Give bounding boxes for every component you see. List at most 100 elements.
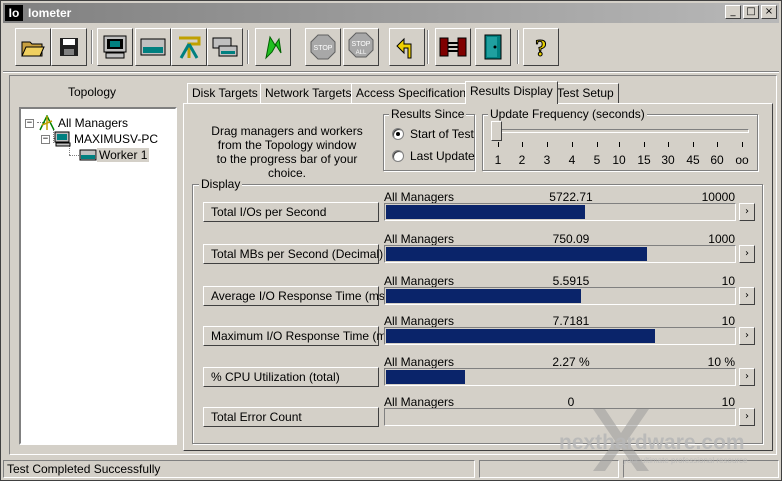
stop-all-sign-icon: STOP ALL xyxy=(348,32,374,58)
topology-tree[interactable]: − All Managers − MAXIMUSV-PC Worker 1 xyxy=(19,107,177,445)
progress-bar-fill xyxy=(386,329,655,343)
row-max-value: 10 xyxy=(721,274,735,288)
slider-tick-mark xyxy=(597,142,598,147)
drag-instructions: Drag managers and workers from the Topol… xyxy=(197,124,377,180)
tab-disk-targets[interactable]: Disk Targets xyxy=(187,83,263,103)
open-config-button[interactable] xyxy=(15,28,51,66)
collapse-toggle[interactable]: − xyxy=(41,134,50,144)
progress-bar-fill xyxy=(386,247,647,261)
slider-tick-label: 15 xyxy=(637,153,651,167)
radio-indicator[interactable] xyxy=(392,128,404,140)
tab-results-display[interactable]: Results Display xyxy=(465,81,558,104)
network-worker-icon xyxy=(179,36,201,59)
radio-label: Start of Test xyxy=(410,127,474,141)
slider-tick-label: 5 xyxy=(593,153,601,167)
collapse-toggle[interactable]: − xyxy=(25,118,34,128)
tree-node-worker[interactable]: Worker 1 xyxy=(79,147,150,163)
window-title: Iometer xyxy=(28,6,72,20)
new-manager-button[interactable] xyxy=(97,28,133,66)
radio-label: Last Update xyxy=(410,149,475,163)
radio-start-of-test[interactable]: Start of Test xyxy=(392,127,474,141)
tree-node-all-managers[interactable]: − All Managers xyxy=(25,115,130,131)
row-current-value: 750.09 xyxy=(552,232,590,246)
slider-tick-label: 4 xyxy=(568,153,576,167)
metric-select-button[interactable]: Average I/O Response Time (ms) xyxy=(203,286,389,306)
slider-tick-label: 60 xyxy=(710,153,724,167)
slider-tick-mark xyxy=(522,142,523,147)
progress-bar-frame[interactable] xyxy=(384,245,736,263)
metric-select-button[interactable]: % CPU Utilization (total) xyxy=(203,367,379,387)
slider-tick-label: 30 xyxy=(661,153,675,167)
disconnect-manager-button[interactable] xyxy=(435,28,471,66)
tab-network-targets[interactable]: Network Targets xyxy=(260,83,357,103)
stop-button[interactable]: STOP xyxy=(305,28,341,66)
toolbar: STOP STOP ALL ? xyxy=(11,28,781,70)
row-expand-arrow-button[interactable]: › xyxy=(739,327,755,345)
row-current-value: 5.5915 xyxy=(552,274,590,288)
maximize-button[interactable]: □ xyxy=(743,5,759,19)
row-max-value: 10 xyxy=(721,314,735,328)
row-source-label: All Managers xyxy=(384,274,455,288)
metric-select-button[interactable]: Maximum I/O Response Time (ms) xyxy=(203,326,396,346)
row-current-value: 2.27 % xyxy=(552,355,590,369)
row-max-value: 10 % xyxy=(707,355,735,369)
duplicate-worker-button[interactable] xyxy=(207,28,243,66)
iometer-app-icon: Io xyxy=(5,5,23,21)
metric-select-button[interactable]: Total I/Os per Second xyxy=(203,202,379,222)
radio-indicator[interactable] xyxy=(392,150,404,162)
progress-bar-frame[interactable] xyxy=(384,287,736,305)
exit-button[interactable] xyxy=(475,28,511,66)
update-frequency-slider-track[interactable] xyxy=(495,129,749,133)
disk-worker-icon xyxy=(140,38,166,56)
row-expand-arrow-button[interactable]: › xyxy=(739,203,755,221)
progress-bar-fill xyxy=(386,289,581,303)
tree-label-worker: Worker 1 xyxy=(97,148,150,162)
metric-select-button[interactable]: Total Error Count xyxy=(203,407,379,427)
toolbar-divider xyxy=(3,71,779,73)
row-source-label: All Managers xyxy=(384,395,455,409)
help-button[interactable]: ? xyxy=(523,28,559,66)
floppy-disk-icon xyxy=(60,38,78,56)
undo-arrow-icon xyxy=(396,37,412,59)
title-bar[interactable]: Io Iometer _ □ × xyxy=(3,3,779,23)
tab-test-setup[interactable]: Test Setup xyxy=(552,83,619,103)
progress-bar-frame[interactable] xyxy=(384,368,736,386)
slider-tick-label: oo xyxy=(735,153,749,167)
instruction-line: from the Topology window xyxy=(217,138,357,152)
start-tests-button[interactable] xyxy=(255,28,291,66)
save-config-button[interactable] xyxy=(51,28,87,66)
reset-workers-button[interactable] xyxy=(389,28,425,66)
progress-bar-frame[interactable] xyxy=(384,327,736,345)
slider-tick-mark xyxy=(572,142,573,147)
new-network-worker-button[interactable] xyxy=(171,28,207,66)
progress-bar-frame[interactable] xyxy=(384,203,736,221)
minimize-button[interactable]: _ xyxy=(725,5,741,19)
green-flag-icon xyxy=(265,35,282,60)
slider-tick-mark xyxy=(742,142,743,147)
row-expand-arrow-button[interactable]: › xyxy=(739,368,755,386)
row-source-label: All Managers xyxy=(384,232,455,246)
tree-node-manager[interactable]: − MAXIMUSV-PC xyxy=(41,131,160,147)
slider-tick-mark xyxy=(668,142,669,147)
watermark-text: nexthardware.com xyxy=(559,431,745,454)
new-disk-worker-button[interactable] xyxy=(135,28,171,66)
instruction-line: Drag managers and workers xyxy=(211,124,363,138)
slider-tick-label: 10 xyxy=(612,153,626,167)
row-expand-arrow-button[interactable]: › xyxy=(739,245,755,263)
radio-last-update[interactable]: Last Update xyxy=(392,149,475,163)
close-button[interactable]: × xyxy=(761,5,777,19)
stop-all-sign-label: STOP xyxy=(352,41,371,48)
update-frequency-slider-thumb[interactable] xyxy=(491,121,502,141)
nexthardware-watermark-logo: nexthardware.com your ultimate professio… xyxy=(559,409,748,471)
stop-all-sign-sub: ALL xyxy=(356,50,367,56)
tab-access-specifications[interactable]: Access Specifications xyxy=(351,83,478,103)
status-message: Test Completed Successfully xyxy=(3,460,475,478)
row-expand-arrow-button[interactable]: › xyxy=(739,287,755,305)
metric-select-button[interactable]: Total MBs per Second (Decimal) xyxy=(203,244,383,264)
progress-bar-fill xyxy=(386,205,585,219)
all-managers-icon xyxy=(39,115,55,131)
stop-all-button[interactable]: STOP ALL xyxy=(343,28,379,66)
row-source-label: All Managers xyxy=(384,355,455,369)
row-current-value: 5722.71 xyxy=(549,190,593,204)
svg-text:?: ? xyxy=(535,36,547,61)
